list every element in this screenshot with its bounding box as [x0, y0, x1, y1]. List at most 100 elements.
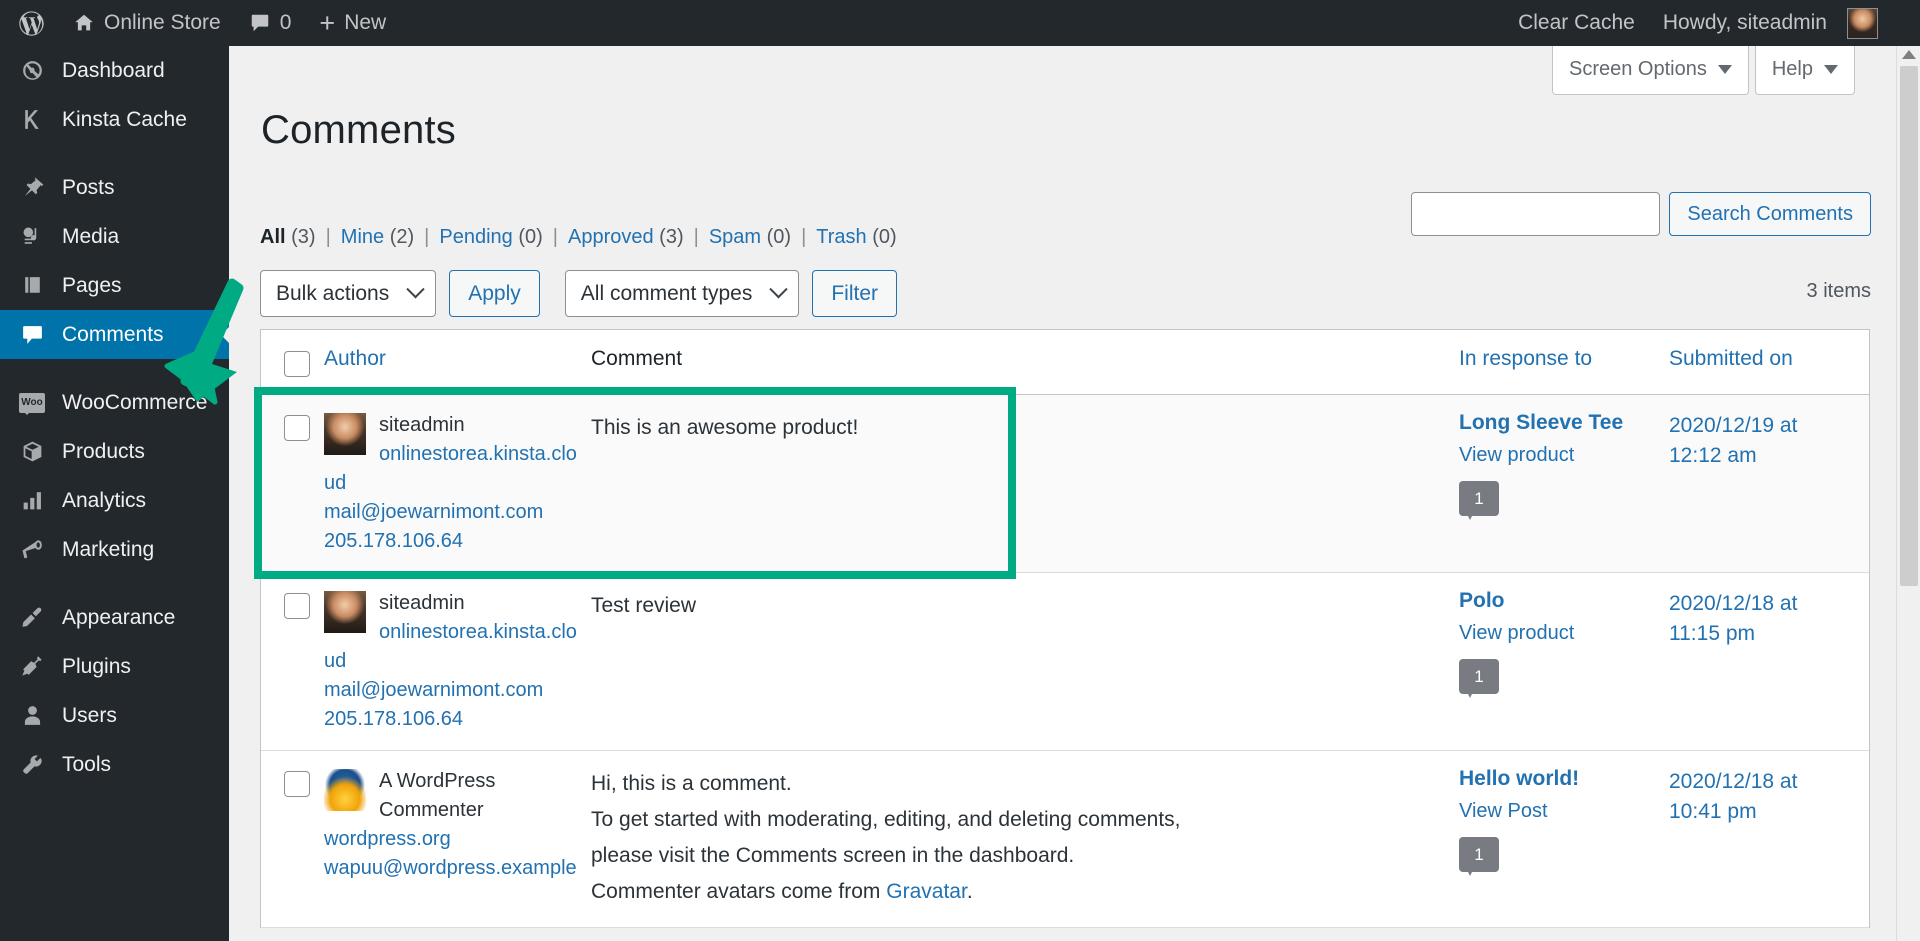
sidebar-item-label: Appearance: [62, 605, 176, 629]
apply-button[interactable]: Apply: [449, 270, 540, 317]
submitted-on-cell[interactable]: 2020/12/19 at 12:12 am: [1669, 395, 1869, 572]
megaphone-icon: [16, 537, 48, 562]
response-comment-count-bubble[interactable]: 1: [1459, 481, 1499, 520]
author-ip[interactable]: 205.178.106.64: [324, 527, 579, 556]
author-email[interactable]: mail@joewarnimont.com: [324, 498, 579, 527]
table-row[interactable]: siteadmin onlinestorea.kinsta.cloud mail@j…: [261, 573, 1869, 751]
new-content-menu[interactable]: + New: [305, 0, 400, 46]
row-checkbox[interactable]: [284, 593, 310, 619]
filter-link-mine[interactable]: Mine (2): [341, 226, 414, 249]
sidebar-item-woocommerce[interactable]: Woo WooCommerce: [0, 378, 229, 427]
filter-separator: |: [424, 226, 430, 248]
siteadmin-avatar: [324, 413, 366, 455]
plug-icon: [16, 654, 48, 679]
gravatar-link[interactable]: Gravatar: [886, 880, 967, 903]
response-post-link[interactable]: Hello world!: [1459, 767, 1669, 791]
search-comments-button[interactable]: Search Comments: [1669, 192, 1871, 236]
filter-separator: |: [693, 226, 699, 248]
comments-bubble-menu[interactable]: 0: [235, 0, 306, 46]
sidebar-item-analytics[interactable]: Analytics: [0, 476, 229, 525]
sidebar-item-marketing[interactable]: Marketing: [0, 525, 229, 574]
author-email[interactable]: wapuu@wordpress.example: [324, 854, 579, 883]
filter-link-all[interactable]: All (3): [260, 226, 316, 249]
help-button[interactable]: Help: [1754, 46, 1855, 95]
author-ip[interactable]: 205.178.106.64: [324, 705, 579, 734]
site-name-menu[interactable]: Online Store: [59, 0, 235, 46]
page-title: Comments: [261, 108, 456, 152]
avatar: [1847, 7, 1878, 39]
header-comment: Comment: [591, 330, 1459, 394]
sidebar-item-users[interactable]: Users: [0, 691, 229, 740]
media-icon: [16, 224, 48, 249]
scroll-up-arrow-icon[interactable]: [1902, 50, 1916, 59]
filter-link-label: All: [260, 226, 286, 248]
comment-line: Test review: [591, 594, 697, 617]
filter-button[interactable]: Filter: [812, 270, 897, 317]
header-submitted-label[interactable]: Submitted on: [1669, 347, 1793, 370]
search-input[interactable]: [1411, 192, 1661, 236]
response-cell: Polo View product 1: [1459, 573, 1669, 750]
sidebar-item-pages[interactable]: Pages: [0, 261, 229, 310]
sidebar-item-products[interactable]: Products: [0, 427, 229, 476]
select-all-checkbox[interactable]: [284, 351, 310, 377]
submitted-time: 11:15 pm: [1669, 621, 1755, 645]
sidebar-item-appearance[interactable]: Appearance: [0, 593, 229, 642]
row-select-cell: [261, 751, 324, 927]
filter-link-count: (0): [872, 226, 897, 248]
response-view-link[interactable]: View product: [1459, 622, 1669, 645]
screen-options-label: Screen Options: [1569, 58, 1707, 80]
page-scrollbar[interactable]: [1896, 46, 1920, 941]
wp-logo-menu[interactable]: [0, 0, 59, 46]
screen-options-button[interactable]: Screen Options: [1552, 46, 1749, 95]
author-email[interactable]: mail@joewarnimont.com: [324, 676, 579, 705]
sidebar-item-dashboard[interactable]: Dashboard: [0, 46, 229, 95]
header-response-label[interactable]: In response to: [1459, 347, 1592, 370]
admin-sidebar-menu: Dashboard Kinsta Cache Posts Media Pages…: [0, 46, 230, 941]
header-author-label[interactable]: Author: [324, 347, 386, 370]
filter-link-trash[interactable]: Trash (0): [816, 226, 896, 249]
submitted-date: 2020/12/19 at: [1669, 414, 1798, 437]
row-select-cell: [261, 395, 324, 572]
filter-link-pending[interactable]: Pending (0): [439, 226, 542, 249]
howdy-label: Howdy, siteadmin: [1662, 11, 1827, 34]
table-row[interactable]: A WordPress Commenter wordpress.org wapuu@…: [261, 751, 1869, 929]
submitted-on-cell[interactable]: 2020/12/18 at 10:41 pm: [1669, 751, 1869, 927]
author-cell: siteadmin onlinestorea.kinsta.cloud mail@j…: [324, 395, 591, 572]
table-row[interactable]: siteadmin onlinestorea.kinsta.cloud mail@j…: [261, 395, 1869, 573]
sidebar-item-posts[interactable]: Posts: [0, 163, 229, 212]
response-comment-count-bubble[interactable]: 1: [1459, 659, 1499, 698]
sidebar-item-media[interactable]: Media: [0, 212, 229, 261]
bulk-actions-select[interactable]: Bulk actions: [260, 270, 437, 317]
response-post-link[interactable]: Long Sleeve Tee: [1459, 411, 1669, 435]
my-account-menu[interactable]: Howdy, siteadmin: [1649, 0, 1920, 46]
response-view-link[interactable]: View product: [1459, 444, 1669, 467]
row-checkbox[interactable]: [284, 771, 310, 797]
author-site[interactable]: wordpress.org: [324, 825, 579, 854]
admin-bar: Online Store 0 + New Clear Cache Howdy, …: [0, 0, 1920, 46]
submitted-on-cell[interactable]: 2020/12/18 at 11:15 pm: [1669, 573, 1869, 750]
row-checkbox[interactable]: [284, 415, 310, 441]
header-comment-label: Comment: [591, 347, 683, 370]
comment-type-select[interactable]: All comment types: [564, 270, 800, 317]
clear-cache-button[interactable]: Clear Cache: [1504, 0, 1649, 46]
author-cell: A WordPress Commenter wordpress.org wapuu@…: [324, 751, 591, 927]
sidebar-item-tools[interactable]: Tools: [0, 740, 229, 789]
response-post-link[interactable]: Polo: [1459, 589, 1669, 613]
comment-line: Commenter avatars come from Gravatar.: [591, 880, 973, 904]
sidebar-item-kinsta-cache[interactable]: Kinsta Cache: [0, 95, 229, 144]
kinsta-k-icon: [16, 107, 48, 132]
response-view-link[interactable]: View Post: [1459, 800, 1669, 823]
response-comment-count-bubble[interactable]: 1: [1459, 837, 1499, 876]
wordpress-logo-icon: [19, 10, 44, 36]
help-label: Help: [1771, 58, 1813, 80]
filter-link-count: (3): [659, 226, 684, 248]
scrollbar-thumb[interactable]: [1900, 66, 1918, 586]
comment-bubble-icon: [16, 322, 48, 347]
chevron-down-icon: [1717, 65, 1732, 74]
sidebar-item-plugins[interactable]: Plugins: [0, 642, 229, 691]
sidebar-item-comments[interactable]: Comments: [0, 310, 230, 359]
filter-link-spam[interactable]: Spam (0): [709, 226, 791, 249]
filter-label: Filter: [831, 281, 878, 305]
filter-link-approved[interactable]: Approved (3): [568, 226, 684, 249]
sidebar-item-label: Posts: [62, 175, 115, 199]
